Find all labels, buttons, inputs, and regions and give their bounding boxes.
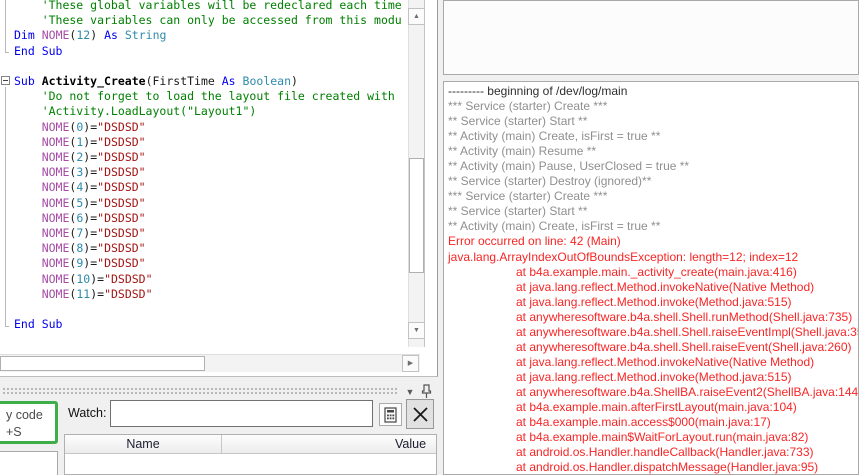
code-fold-toggle-icon[interactable] [1, 76, 10, 85]
column-header-name[interactable]: Name [65, 435, 222, 454]
partial-box [0, 451, 58, 475]
log-line: at b4a.example.main$WaitForLayout.run(ma… [516, 430, 809, 445]
code-line[interactable]: NOME(5)="DSDSD" [14, 196, 402, 211]
code-line[interactable]: NOME(11)="DSDSD" [14, 287, 402, 302]
ide-window: 'These global variables will be redeclar… [0, 0, 859, 475]
log-panel[interactable]: --------- beginning of /dev/log/main *** … [443, 81, 859, 475]
log-line: at b4a.example.main.access$000(main.java… [516, 415, 771, 430]
code-line[interactable]: NOME(7)="DSDSD" [14, 226, 402, 241]
log-line: at java.lang.reflect.Method.invokeNative… [516, 354, 815, 369]
code-line[interactable]: NOME(6)="DSDSD" [14, 211, 402, 226]
debug-watch-panel: ▼ y code +S Watch: Name Value [0, 378, 438, 475]
log-line: *** Service (starter) Create *** [448, 189, 608, 204]
watch-table: Name Value [64, 434, 437, 475]
code-line[interactable]: 'These global variables will be redeclar… [14, 0, 402, 13]
log-line: at b4a.example.main.afterFirstLayout(mai… [516, 399, 797, 414]
column-header-value[interactable]: Value [395, 435, 455, 454]
log-line: ** Activity (main) Create, isFirst = tru… [448, 219, 661, 234]
log-line: ** Service (starter) Start ** [448, 204, 588, 219]
code-line[interactable]: End Sub [14, 44, 402, 59]
fold-structure-foot [5, 326, 9, 327]
panel-drag-grip[interactable] [2, 387, 398, 396]
log-line: at b4a.example.main._activity_create(mai… [516, 264, 797, 279]
hint-tooltip-line: +S [6, 425, 22, 439]
log-line: ** Service (starter) Destroy (ignored)** [448, 174, 652, 189]
code-line[interactable]: NOME(0)="DSDSD" [14, 120, 402, 135]
fold-structure-line [5, 0, 6, 53]
vertical-scrollbar-thumb[interactable] [409, 158, 424, 273]
fold-structure-foot [5, 52, 9, 53]
watch-input[interactable] [110, 400, 373, 427]
log-line: Error occurred on line: 42 (Main) [448, 234, 621, 249]
code-line[interactable]: NOME(9)="DSDSD" [14, 256, 402, 271]
code-line[interactable] [14, 59, 402, 74]
watch-label: Watch: [68, 406, 107, 420]
log-line: at anywheresoftware.b4a.shell.Shell.rais… [516, 339, 852, 354]
pin-icon[interactable] [420, 384, 433, 399]
scroll-up-icon[interactable]: ▲ [408, 8, 425, 25]
log-line: at android.os.Handler.dispatchMessage(Ha… [516, 460, 819, 475]
log-line: ** Activity (main) Pause, UserClosed = t… [448, 159, 690, 174]
code-line[interactable] [14, 302, 402, 317]
right-top-panel [443, 0, 859, 75]
code-line[interactable]: NOME(8)="DSDSD" [14, 241, 402, 256]
log-line: at anywheresoftware.b4a.ShellBA.raiseEve… [516, 384, 859, 399]
code-text[interactable]: 'These global variables will be redeclar… [14, 0, 402, 332]
code-line[interactable]: End Sub [14, 317, 402, 332]
code-line[interactable]: Sub Activity_Create(FirstTime As Boolean… [14, 74, 402, 89]
horizontal-scrollbar-thumb[interactable] [0, 356, 205, 371]
log-line: --------- beginning of /dev/log/main [448, 84, 628, 98]
evaluate-button[interactable] [379, 403, 402, 426]
log-line: *** Service (starter) Create *** [448, 99, 608, 114]
fold-structure-line [5, 87, 6, 327]
code-line[interactable]: Dim NOME(12) As String [14, 28, 402, 43]
log-line: ** Service (starter) Start ** [448, 114, 588, 129]
code-line[interactable]: 'These variables can only be accessed fr… [14, 13, 402, 28]
log-line: at java.lang.reflect.Method.invoke(Metho… [516, 294, 792, 309]
code-line[interactable]: NOME(4)="DSDSD" [14, 180, 402, 195]
code-line[interactable]: NOME(2)="DSDSD" [14, 150, 402, 165]
log-line: at java.lang.reflect.Method.invokeNative… [516, 279, 815, 294]
calculator-icon [384, 406, 397, 423]
watch-table-header: Name Value [65, 435, 436, 454]
log-line: at anywheresoftware.b4a.shell.Shell.runM… [516, 309, 853, 324]
code-line[interactable]: 'Activity.LoadLayout("Layout1") [14, 104, 402, 119]
log-line: at java.lang.reflect.Method.invoke(Metho… [516, 369, 792, 384]
code-line[interactable]: NOME(3)="DSDSD" [14, 165, 402, 180]
log-line: ** Activity (main) Create, isFirst = tru… [448, 129, 661, 144]
hint-tooltip: y code +S [0, 401, 58, 444]
code-line[interactable]: NOME(1)="DSDSD" [14, 135, 402, 150]
code-line[interactable]: 'Do not forget to load the layout file c… [14, 89, 402, 104]
log-line: at anywheresoftware.b4a.shell.Shell.rais… [516, 324, 859, 339]
clear-watch-button[interactable] [406, 399, 434, 429]
close-icon [412, 406, 428, 422]
collapse-panel-icon[interactable]: ▼ [404, 388, 416, 398]
code-editor-panel[interactable]: 'These global variables will be redeclar… [0, 0, 438, 377]
code-line[interactable]: NOME(10)="DSDSD" [14, 272, 402, 287]
hint-tooltip-line: y code [6, 408, 43, 422]
log-line: at android.os.Handler.handleCallback(Han… [516, 445, 814, 460]
log-line: java.lang.ArrayIndexOutOfBoundsException… [448, 249, 799, 264]
log-line: ** Activity (main) Resume ** [448, 144, 597, 159]
scroll-right-icon[interactable]: ▶ [402, 355, 419, 372]
scroll-down-icon[interactable]: ▼ [408, 322, 425, 339]
